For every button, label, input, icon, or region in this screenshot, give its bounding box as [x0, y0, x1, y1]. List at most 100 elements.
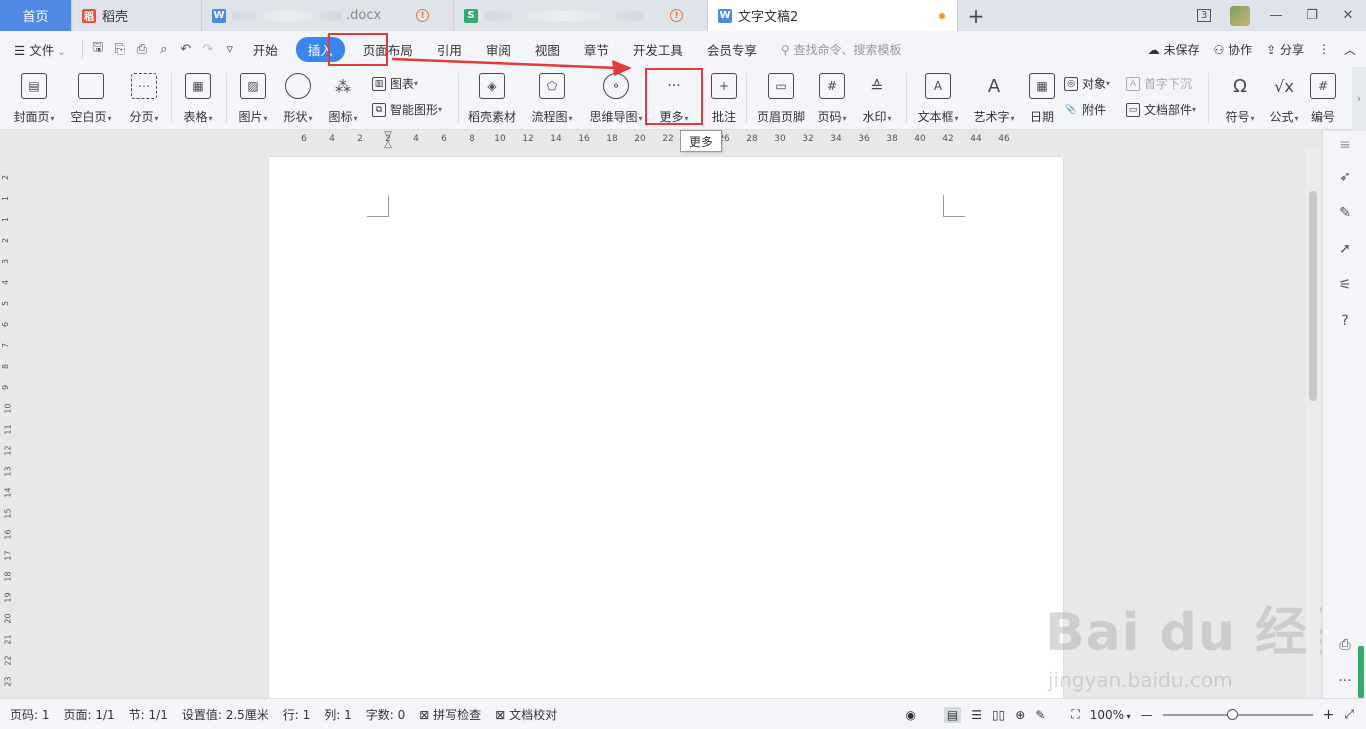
- ruler-tick: 3: [1, 258, 11, 265]
- docparts-icon: ▭: [1126, 102, 1140, 117]
- scroll-thumb[interactable]: [1309, 191, 1317, 401]
- command-search[interactable]: ⚲ 查找命令、搜索模板: [781, 41, 902, 58]
- smartart-button[interactable]: ⧉ 智能图形 ▾: [372, 101, 442, 118]
- restore-button[interactable]: ❐: [1294, 0, 1330, 31]
- spellcheck-button[interactable]: ⊠ 拼写检查: [412, 706, 488, 723]
- file-menu[interactable]: ☰ 文件 ⌄: [0, 40, 78, 59]
- dropcap-icon: A: [1126, 76, 1140, 91]
- status-col[interactable]: 列: 1: [317, 706, 359, 723]
- attachment-button[interactable]: 📎 附件: [1064, 101, 1106, 118]
- page-break-button[interactable]: ⋯ 分页: [116, 71, 172, 125]
- cover-page-button[interactable]: ▤ 封面页: [6, 71, 62, 125]
- pen-icon[interactable]: ✎: [1335, 203, 1355, 223]
- menu-section[interactable]: 章节: [572, 40, 621, 59]
- status-page[interactable]: 页码: 1: [0, 706, 57, 723]
- tab-home[interactable]: 首页: [0, 0, 72, 31]
- undo-icon[interactable]: ↶: [175, 38, 197, 60]
- fit-page-icon[interactable]: ⛶: [1071, 707, 1079, 722]
- tab-docer[interactable]: 稻 稻壳: [72, 0, 202, 31]
- rocket-icon[interactable]: ➶: [1335, 167, 1355, 187]
- spellcheck-icon: ⊠: [419, 707, 434, 722]
- collab-button[interactable]: ⚇ 协作: [1214, 41, 1253, 58]
- close-button[interactable]: ✕: [1330, 0, 1366, 31]
- textbox-button[interactable]: A 文本框: [910, 71, 966, 125]
- vertical-scrollbar[interactable]: [1306, 149, 1320, 698]
- fullscreen-icon[interactable]: ⤢: [1344, 707, 1354, 722]
- dropcap-button[interactable]: A 首字下沉: [1126, 75, 1192, 92]
- ruler-tick: 2: [1, 237, 11, 244]
- save-icon[interactable]: 🖫: [87, 38, 109, 60]
- menu-references[interactable]: 引用: [425, 40, 474, 59]
- cover-page-icon: ▤: [21, 73, 47, 99]
- status-words[interactable]: 字数: 0: [359, 706, 413, 723]
- tab-document-1[interactable]: W .docx !: [202, 0, 454, 31]
- tab-active-document[interactable]: W 文字文稿2: [708, 0, 958, 31]
- more-menu-icon[interactable]: ⋮: [1318, 42, 1330, 56]
- page-view-icon[interactable]: ▤: [943, 706, 962, 723]
- minimize-icon: —: [1269, 8, 1283, 23]
- blank-page-button[interactable]: 空白页: [63, 71, 119, 125]
- web-view-icon[interactable]: ⊕: [1015, 708, 1025, 722]
- redo-icon[interactable]: ↷: [197, 38, 219, 60]
- menu-member[interactable]: 会员专享: [695, 40, 769, 59]
- icons-button[interactable]: ⁂ 图标: [315, 71, 371, 125]
- status-setting[interactable]: 设置值: 2.5厘米: [175, 706, 276, 723]
- docparts-button[interactable]: ▭ 文档部件 ▾: [1126, 101, 1196, 118]
- zoom-in-icon[interactable]: +: [1323, 707, 1335, 723]
- mindmap-button[interactable]: ⚬ 思维导图: [586, 71, 646, 125]
- status-section[interactable]: 节: 1/1: [122, 706, 175, 723]
- watermark-button[interactable]: ≙ 水印: [849, 71, 905, 125]
- status-row[interactable]: 行: 1: [276, 706, 318, 723]
- chart-button[interactable]: ▥ 图表 ▾: [372, 75, 418, 92]
- share-button[interactable]: ⇪ 分享: [1266, 41, 1304, 58]
- numbering-label: 编号: [1310, 110, 1335, 124]
- indent-marker[interactable]: ▽ △: [383, 131, 393, 150]
- panel-menu-icon[interactable]: ≡: [1335, 135, 1355, 155]
- date-button[interactable]: ▦ 日期: [1014, 71, 1070, 125]
- chevron-down-icon: ⌄: [54, 46, 66, 58]
- ruler-tick: 4: [413, 134, 419, 144]
- menu-review[interactable]: 审阅: [474, 40, 523, 59]
- outline-view-icon[interactable]: ☰: [971, 708, 982, 722]
- ribbon-scroll-right[interactable]: ›: [1352, 67, 1366, 130]
- menu-start[interactable]: 开始: [241, 40, 290, 59]
- eye-icon[interactable]: ◉: [905, 708, 915, 722]
- zoom-slider[interactable]: [1162, 708, 1313, 720]
- new-tab-button[interactable]: +: [958, 0, 994, 31]
- document-search-icon[interactable]: ⎙: [1335, 635, 1355, 655]
- menu-view[interactable]: 视图: [523, 40, 572, 59]
- sliders-icon[interactable]: ⚟: [1335, 275, 1355, 295]
- status-pages[interactable]: 页面: 1/1: [57, 706, 122, 723]
- proofread-button[interactable]: ⊠ 文档校对: [488, 706, 564, 723]
- pages-overview-button[interactable]: 3: [1186, 0, 1222, 31]
- cursor-icon[interactable]: ➚: [1335, 239, 1355, 259]
- reading-view-icon[interactable]: ▯▯: [992, 708, 1005, 722]
- flowchart-button[interactable]: ⬠ 流程图: [524, 71, 580, 125]
- format-painter-icon[interactable]: ⎘: [109, 38, 131, 60]
- print-icon[interactable]: ⎙: [131, 38, 153, 60]
- textbox-label: 文本框: [917, 108, 958, 125]
- write-view-icon[interactable]: ✎: [1035, 708, 1045, 722]
- object-button[interactable]: ◎ 对象 ▾: [1064, 75, 1110, 92]
- docer-material-button[interactable]: ◈ 稻壳素材: [464, 71, 520, 125]
- user-avatar-button[interactable]: [1222, 0, 1258, 31]
- tab-spreadsheet[interactable]: S !: [454, 0, 708, 31]
- tab-docer-label: 稻壳: [102, 10, 129, 25]
- numbering-button[interactable]: # 编号: [1297, 71, 1349, 125]
- help-icon[interactable]: ?: [1335, 311, 1355, 331]
- header-footer-button[interactable]: ▭ 页眉页脚: [753, 71, 809, 125]
- ruler-tick: 16: [578, 134, 590, 144]
- customize-icon[interactable]: ▿: [219, 38, 241, 60]
- unsaved-button[interactable]: ☁ 未保存: [1148, 41, 1200, 58]
- zoom-knob[interactable]: [1226, 708, 1238, 720]
- menu-developer[interactable]: 开发工具: [621, 40, 695, 59]
- zoom-out-icon[interactable]: —: [1141, 708, 1153, 722]
- document-page[interactable]: [269, 157, 1063, 698]
- zoom-select[interactable]: 100% ▾: [1090, 708, 1131, 722]
- more-dots-icon[interactable]: ···: [1335, 671, 1355, 691]
- print-preview-icon[interactable]: ⌕: [153, 38, 175, 60]
- comment-button[interactable]: + 批注: [696, 71, 752, 125]
- collapse-ribbon-icon[interactable]: ︿: [1344, 41, 1356, 58]
- table-button[interactable]: ▦ 表格: [170, 71, 226, 125]
- minimize-button[interactable]: —: [1258, 0, 1294, 31]
